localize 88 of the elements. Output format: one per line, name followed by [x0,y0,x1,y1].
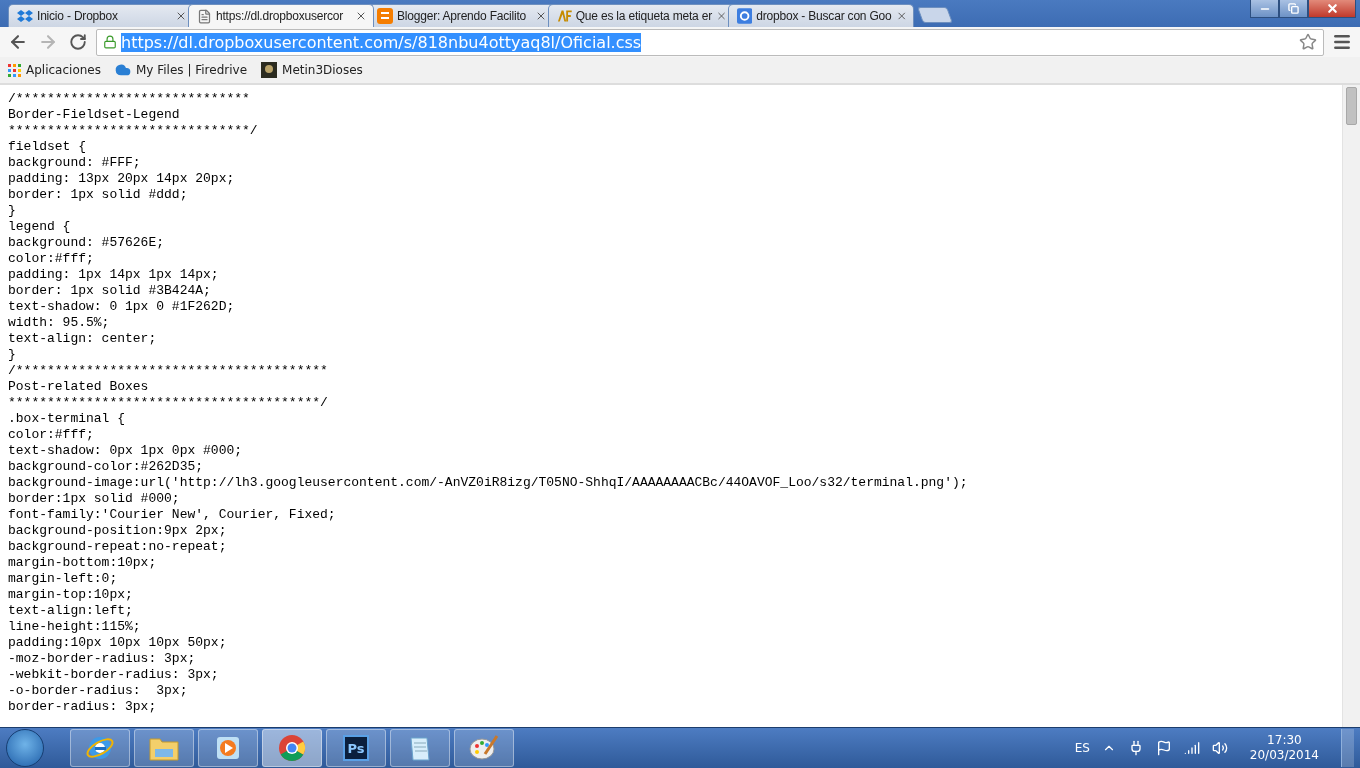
code-line: text-shadow: 0px 1px 0px #000; [8,443,243,459]
arrow-right-icon [38,32,58,52]
close-icon[interactable] [535,10,547,22]
code-line: -moz-border-radius: 3px; [8,651,196,667]
code-line: text-shadow: 0 1px 0 #1F262D; [8,299,235,315]
speaker-icon[interactable] [1211,740,1228,756]
star-icon[interactable] [1299,33,1317,51]
code-line: margin-top:10px; [8,587,133,603]
code-line: margin-left:0; [8,571,118,587]
restore-icon [1288,3,1299,14]
code-line: background: #FFF; [8,155,141,171]
code-line: background: #57626E; [8,235,165,251]
language-indicator[interactable]: ES [1074,741,1090,755]
ps-logo-icon: Ps [343,735,369,761]
code-line: color:#fff; [8,251,94,267]
restore-button[interactable] [1279,0,1308,18]
code-line: padding: 13px 20px 14px 20px; [8,171,235,187]
menu-icon [1332,32,1352,52]
code-line: fieldset { [8,139,86,155]
taskbar-button[interactable]: Ps [326,729,386,767]
taskbar-button[interactable] [454,729,514,767]
code-line: border:1px solid #000; [8,491,180,507]
code-line: background-color:#262D35; [8,459,204,475]
code-line: Post-related Boxes [8,379,149,395]
grid-icon [8,63,21,77]
close-icon[interactable] [175,10,187,22]
minimize-button[interactable] [1250,0,1279,18]
code-line: line-height:115%; [8,619,141,635]
code-line: -webkit-border-radius: 3px; [8,667,219,683]
code-line: -o-border-radius: 3px; [8,683,188,699]
new-tab-button[interactable] [917,7,953,23]
chrome-logo-icon [277,733,307,763]
start-button[interactable] [6,729,44,767]
box-logo-icon [17,9,33,23]
cloud-icon [114,62,131,78]
code-line: } [8,203,16,219]
code-line: legend { [8,219,71,235]
palette-icon [469,734,499,762]
taskbar-button[interactable] [390,729,450,767]
taskbar-button[interactable] [134,729,194,767]
g-logo-icon [737,8,753,24]
code-line: width: 95.5%; [8,315,110,331]
taskbar-button[interactable] [70,729,130,767]
code-line: /**************************************** [8,363,328,379]
bookmark-link[interactable]: My Files | Firedrive [114,62,248,78]
code-line: text-align: center; [8,331,157,347]
code-line: } [8,347,16,363]
signal-icon[interactable] [1183,740,1200,756]
code-line: /****************************** [8,91,250,107]
taskbar-button[interactable] [198,729,258,767]
code-line: padding: 1px 14px 1px 14px; [8,267,219,283]
close-icon[interactable] [895,10,907,22]
code-line: border-radius: 3px; [8,699,157,715]
notepad-icon [407,734,433,762]
code-line: margin-bottom:10px; [8,555,157,571]
code-line: .box-terminal { [8,411,126,427]
page-icon [197,8,212,24]
af-logo-icon [557,9,572,23]
close-button[interactable] [1308,0,1356,18]
close-icon [1325,2,1339,15]
code-line: border: 1px solid #ddd; [8,187,188,203]
close-icon[interactable] [355,10,367,22]
code-line: background-repeat:no-repeat; [8,539,227,555]
b-logo-icon [377,8,393,24]
code-line: font-family:'Courier New', Courier, Fixed; [8,507,336,523]
code-line: *******************************/ [8,123,258,139]
bookmark-link[interactable]: Aplicaciones [8,63,101,77]
code-line: background-position:9px 2px; [8,523,227,539]
browser-tab[interactable]: https://dl.dropboxusercor [188,4,374,27]
clock[interactable]: 17:30 20/03/2014 [1249,733,1319,763]
reload-icon [69,33,87,51]
bookmark-link[interactable]: Metin3Dioses [261,62,363,78]
browser-tab[interactable]: dropbox - Buscar con Goo [728,4,914,27]
arrow-left-icon [8,32,28,52]
flag-icon[interactable] [1155,740,1172,756]
code-line: text-align:left; [8,603,133,619]
lock-icon [103,35,117,49]
code-line: color:#fff; [8,427,94,443]
code-line: padding:10px 10px 10px 50px; [8,635,227,651]
play-icon [215,735,241,761]
code-line: background-image:url('http://lh3.googleusercontent.com/-AnVZ0iR8izg/T05NO-ShhqI/AAAAAAAACBc/44OAVOF_Loo/s32/terminal.png'); [8,475,968,491]
code-line: ****************************************/ [8,395,328,411]
taskbar-button[interactable] [262,729,322,767]
folder-icon [149,735,179,761]
code-line: Border-Fieldset-Legend [8,107,180,123]
scrollbar-thumb[interactable] [1346,87,1357,125]
thumbnail-icon [261,62,278,78]
code-line: border: 1px solid #3B424A; [8,283,211,299]
